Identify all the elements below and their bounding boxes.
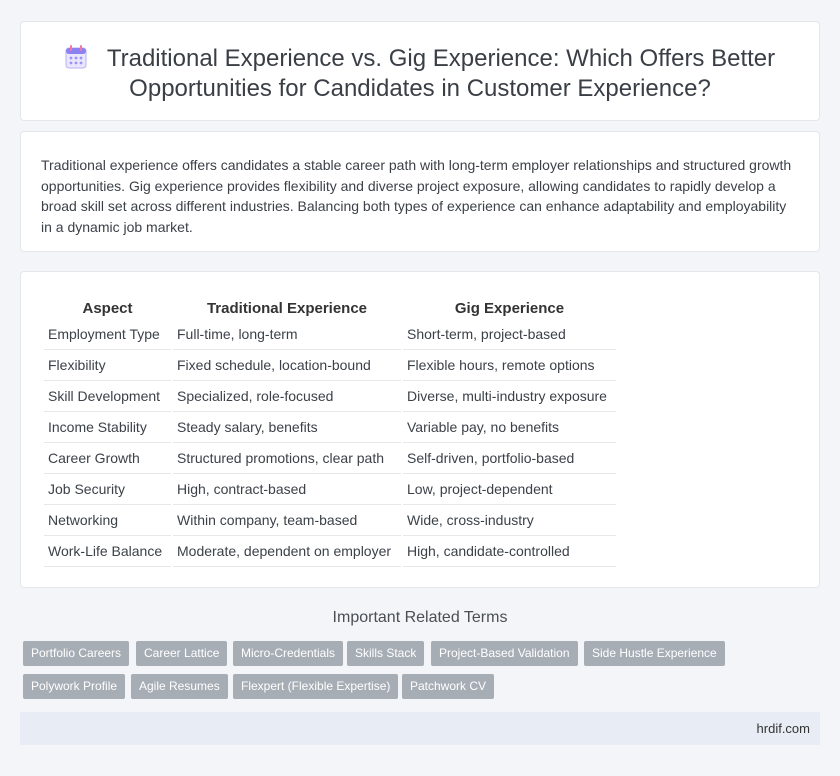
cell-gig: Flexible hours, remote options [403, 350, 616, 381]
cell-gig: Low, project-dependent [403, 474, 616, 505]
cell-aspect: Career Growth [44, 443, 171, 474]
tag-patchwork-cv[interactable]: Patchwork CV [402, 674, 495, 699]
tag-portfolio-careers[interactable]: Portfolio Careers [23, 641, 130, 666]
cell-gig: Wide, cross-industry [403, 505, 616, 536]
cell-gig: Self-driven, portfolio-based [403, 443, 616, 474]
cell-traditional: Specialized, role-focused [173, 381, 401, 412]
table-row: Employment Type Full-time, long-term Sho… [44, 319, 616, 350]
tag-side-hustle-experience[interactable]: Side Hustle Experience [584, 641, 725, 666]
cell-traditional: High, contract-based [173, 474, 401, 505]
table-row: Networking Within company, team-based Wi… [44, 505, 616, 536]
table-row: Job Security High, contract-based Low, p… [44, 474, 616, 505]
cell-traditional: Within company, team-based [173, 505, 401, 536]
footer-site-link[interactable]: hrdif.com [757, 721, 810, 736]
comparison-card: Aspect Traditional Experience Gig Experi… [20, 271, 820, 588]
page-title: Traditional Experience vs. Gig Experienc… [106, 45, 776, 102]
cell-gig: Short-term, project-based [403, 319, 616, 350]
cell-aspect: Skill Development [44, 381, 171, 412]
cell-aspect: Employment Type [44, 319, 171, 350]
tag-project-based-validation[interactable]: Project-Based Validation [431, 641, 578, 666]
cell-traditional: Structured promotions, clear path [173, 443, 401, 474]
intro-card: Traditional experience offers candidates… [20, 131, 820, 252]
page-title-wrap: Traditional Experience vs. Gig Experienc… [21, 44, 819, 104]
tag-career-lattice[interactable]: Career Lattice [136, 641, 228, 666]
table-row: Work-Life Balance Moderate, dependent on… [44, 536, 616, 567]
cell-traditional: Moderate, dependent on employer [173, 536, 401, 567]
header-gig: Gig Experience [454, 299, 565, 317]
footer: hrdif.com [20, 712, 820, 745]
calendar-icon [65, 45, 87, 69]
cell-aspect: Networking [44, 505, 171, 536]
cell-gig: Diverse, multi-industry exposure [403, 381, 616, 412]
cell-gig: High, candidate-controlled [403, 536, 616, 567]
tag-agile-resumes[interactable]: Agile Resumes [131, 674, 228, 699]
table-row: Flexibility Fixed schedule, location-bou… [44, 350, 616, 381]
cell-gig: Variable pay, no benefits [403, 412, 616, 443]
cell-aspect: Flexibility [44, 350, 171, 381]
tag-skills-stack[interactable]: Skills Stack [347, 641, 425, 666]
title-card: Traditional Experience vs. Gig Experienc… [20, 21, 820, 121]
header-aspect: Aspect [82, 299, 133, 317]
cell-aspect: Income Stability [44, 412, 171, 443]
table-row: Income Stability Steady salary, benefits… [44, 412, 616, 443]
cell-traditional: Full-time, long-term [173, 319, 401, 350]
cell-aspect: Job Security [44, 474, 171, 505]
tag-micro-credentials[interactable]: Micro-Credentials [233, 641, 344, 666]
comparison-table: Aspect Traditional Experience Gig Experi… [42, 295, 618, 567]
related-terms-heading: Important Related Terms [332, 609, 508, 626]
tag-flexpert[interactable]: Flexpert (Flexible Expertise) [233, 674, 399, 699]
cell-aspect: Work-Life Balance [44, 536, 171, 567]
cell-traditional: Fixed schedule, location-bound [173, 350, 401, 381]
tag-polywork-profile[interactable]: Polywork Profile [23, 674, 126, 699]
header-traditional: Traditional Experience [206, 299, 368, 317]
table-row: Career Growth Structured promotions, cle… [44, 443, 616, 474]
cell-traditional: Steady salary, benefits [173, 412, 401, 443]
intro-paragraph: Traditional experience offers candidates… [41, 157, 792, 235]
table-row: Skill Development Specialized, role-focu… [44, 381, 616, 412]
table-header-row: Aspect Traditional Experience Gig Experi… [44, 295, 616, 319]
